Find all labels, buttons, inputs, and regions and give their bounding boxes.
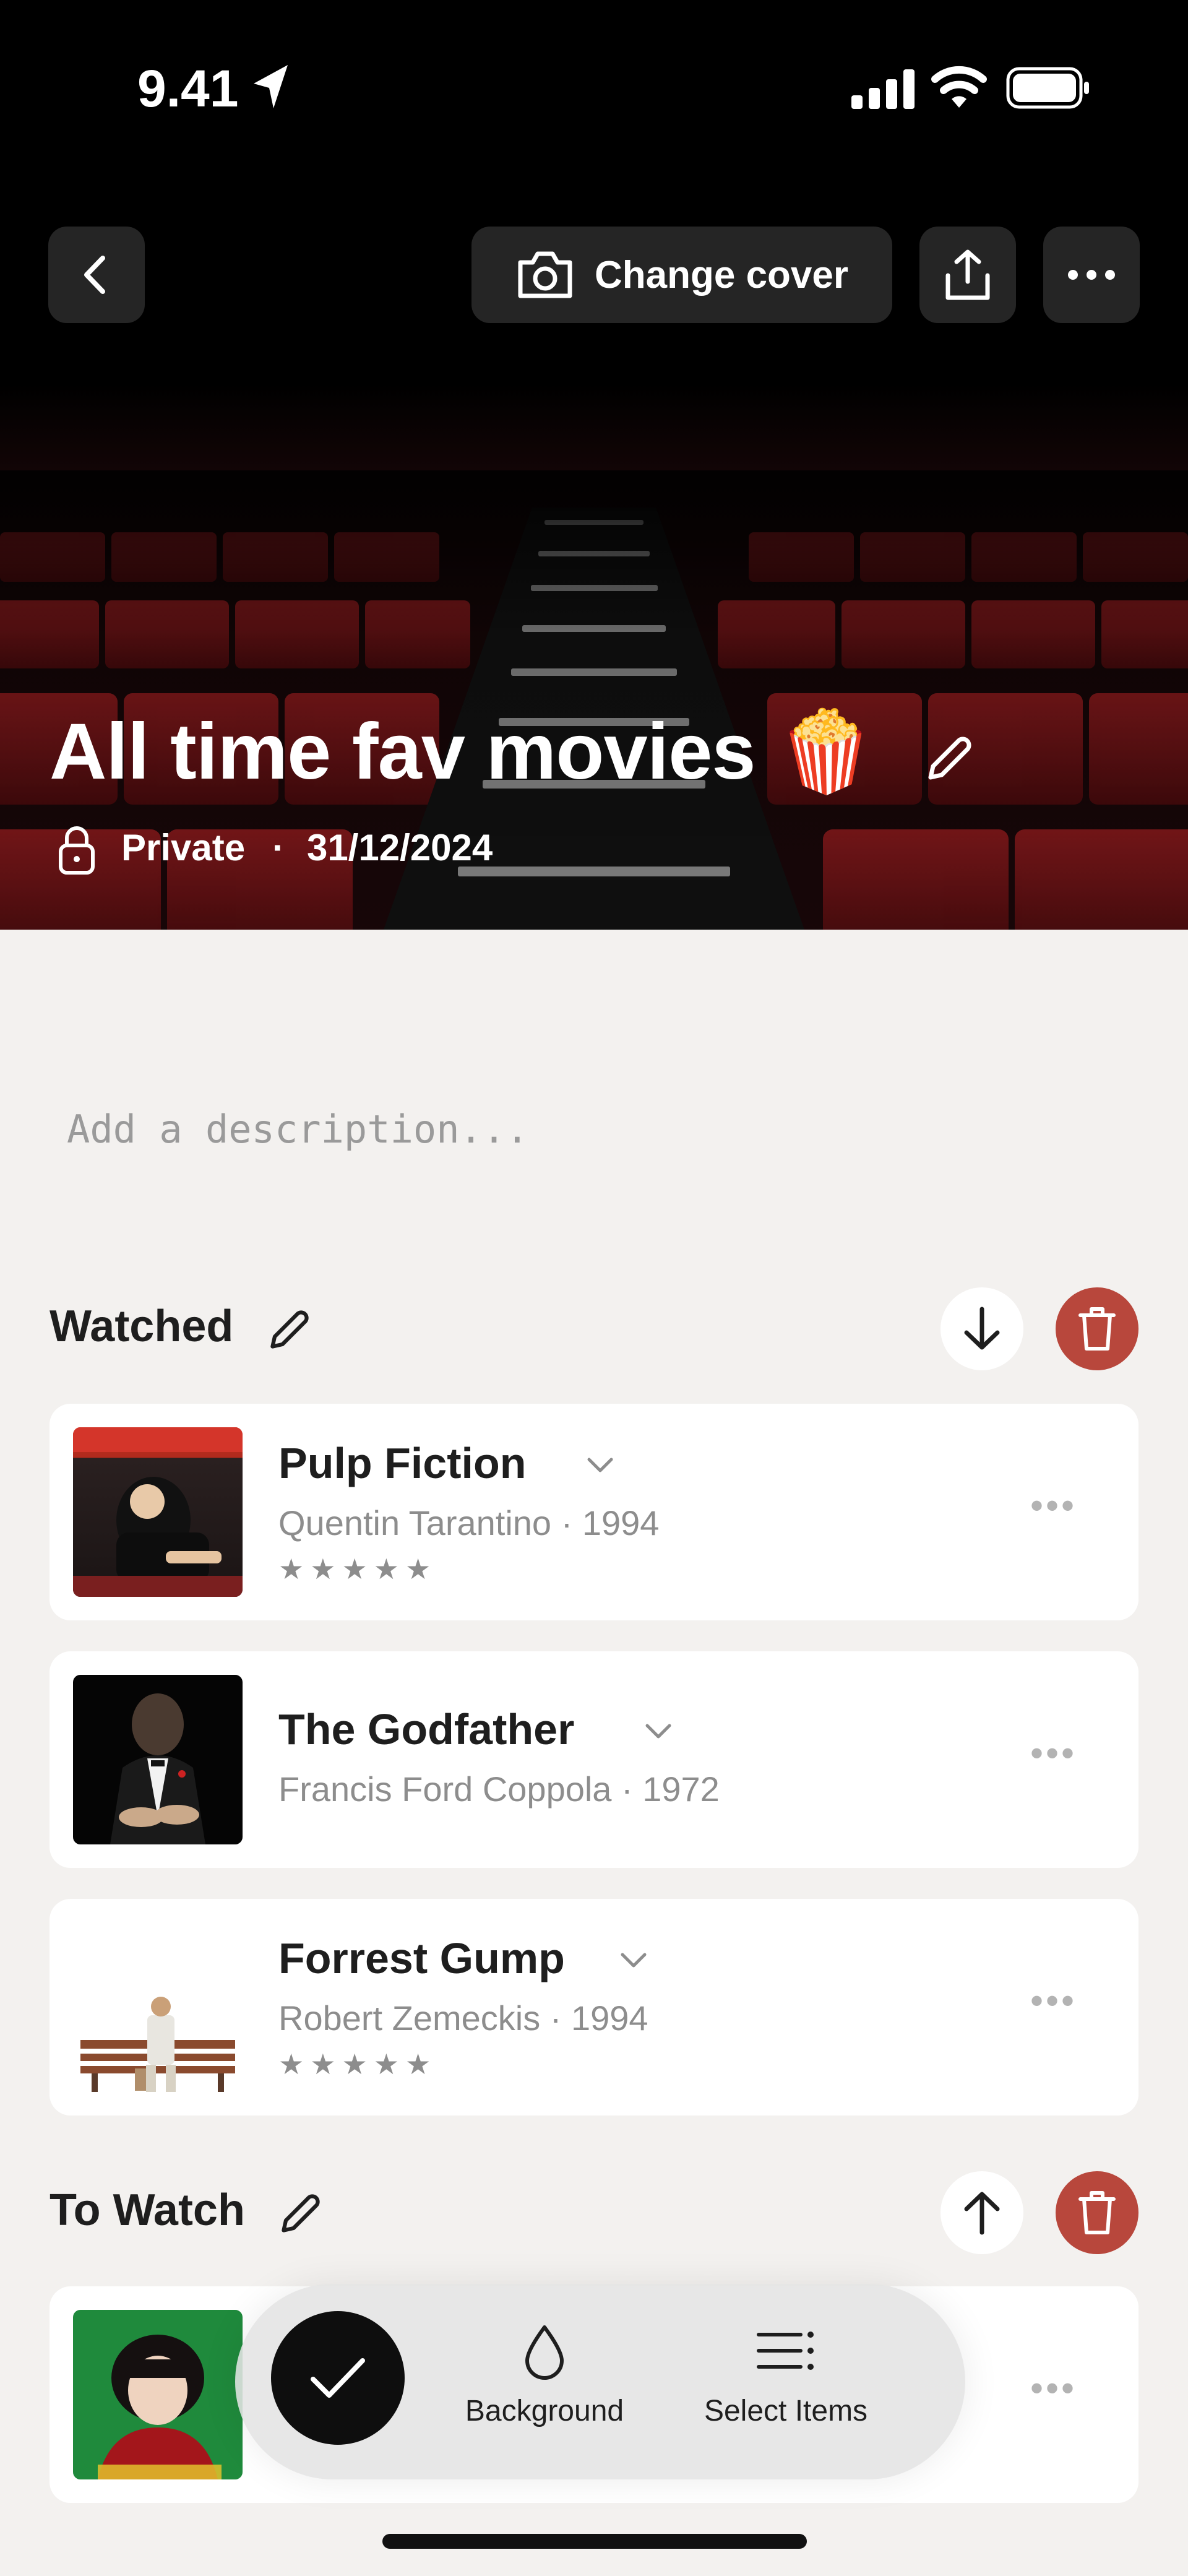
edit-section-button[interactable] xyxy=(276,2189,332,2244)
movie-poster xyxy=(73,2310,243,2479)
movie-poster xyxy=(73,1922,243,2092)
select-items-button[interactable]: Select Items xyxy=(687,2322,885,2440)
cellular-signal-icon xyxy=(851,69,915,109)
more-options-button[interactable] xyxy=(1043,227,1140,323)
select-items-label: Select Items xyxy=(704,2395,868,2427)
share-button[interactable] xyxy=(919,227,1016,323)
pencil-icon xyxy=(282,2194,320,2232)
item-more-button[interactable]: ••• xyxy=(1030,1484,1077,1527)
privacy-label: Private xyxy=(121,827,246,868)
pencil-icon xyxy=(928,737,971,780)
trash-icon xyxy=(1078,2191,1116,2234)
share-icon xyxy=(945,249,990,300)
list-item[interactable]: Pulp Fiction Quentin Tarantino · 1994 ★★… xyxy=(50,1404,1138,1620)
battery-icon xyxy=(1006,67,1089,109)
movie-title: The Godfather xyxy=(278,1705,575,1753)
expand-section-button[interactable] xyxy=(940,2171,1023,2254)
movie-director-year: Francis Ford Coppola · 1972 xyxy=(278,1770,720,1809)
collapse-section-button[interactable] xyxy=(940,1287,1023,1370)
section-title-to-watch: To Watch xyxy=(50,2185,245,2235)
background-button[interactable]: Background xyxy=(452,2322,637,2440)
done-button[interactable] xyxy=(271,2311,405,2445)
edit-section-button[interactable] xyxy=(265,1305,321,1360)
description-input[interactable]: Add a description... xyxy=(67,1107,529,1152)
change-cover-label: Change cover xyxy=(594,253,849,296)
section-title-watched: Watched xyxy=(50,1302,234,1351)
movie-poster xyxy=(73,1427,243,1597)
list-select-icon xyxy=(757,2332,814,2370)
lock-icon xyxy=(59,826,95,875)
star-rating[interactable]: ★★★★★ xyxy=(278,1552,437,1586)
background-label: Background xyxy=(465,2395,624,2427)
cover-image: 9.41 Change cover All time fav movies 🍿 … xyxy=(0,0,1188,930)
item-more-button[interactable]: ••• xyxy=(1030,2367,1077,2410)
trash-icon xyxy=(1078,1307,1116,1351)
location-arrow-icon xyxy=(254,65,288,108)
chevron-down-icon[interactable] xyxy=(585,1454,615,1476)
chevron-left-icon xyxy=(84,256,105,294)
created-date: 31/12/2024 xyxy=(307,827,493,868)
chevron-down-icon[interactable] xyxy=(619,1950,648,1971)
delete-section-button[interactable] xyxy=(1056,2171,1138,2254)
change-cover-button[interactable]: Change cover xyxy=(471,227,892,323)
arrow-down-icon xyxy=(964,1307,1000,1350)
home-indicator xyxy=(382,2534,807,2549)
chevron-down-icon[interactable] xyxy=(644,1721,673,1742)
checkmark-icon xyxy=(311,2358,365,2398)
arrow-up-icon xyxy=(964,2192,1000,2235)
meta-separator: · xyxy=(272,827,285,868)
movie-director-year: Quentin Tarantino · 1994 xyxy=(278,1503,660,1542)
list-item[interactable]: The Godfather Francis Ford Coppola · 197… xyxy=(50,1651,1138,1868)
wifi-icon xyxy=(931,66,987,108)
movie-poster xyxy=(73,1675,243,1844)
list-title: All time fav movies 🍿 xyxy=(50,707,875,796)
edit-title-button[interactable] xyxy=(916,724,984,792)
movie-title: Pulp Fiction xyxy=(278,1439,527,1487)
item-more-button[interactable]: ••• xyxy=(1030,1732,1077,1774)
pencil-icon xyxy=(270,1310,309,1349)
status-time: 9.41 xyxy=(137,59,239,118)
back-button[interactable] xyxy=(48,227,145,323)
droplet-icon xyxy=(525,2325,564,2380)
delete-section-button[interactable] xyxy=(1056,1287,1138,1370)
ellipsis-icon xyxy=(1068,270,1115,280)
camera-icon xyxy=(518,251,572,298)
star-rating[interactable]: ★★★★★ xyxy=(278,2047,437,2081)
movie-director-year: Robert Zemeckis · 1994 xyxy=(278,1999,648,2038)
list-item[interactable]: Forrest Gump Robert Zemeckis · 1994 ★★★★… xyxy=(50,1899,1138,2116)
movie-title: Forrest Gump xyxy=(278,1934,565,1982)
item-more-button[interactable]: ••• xyxy=(1030,1979,1077,2022)
